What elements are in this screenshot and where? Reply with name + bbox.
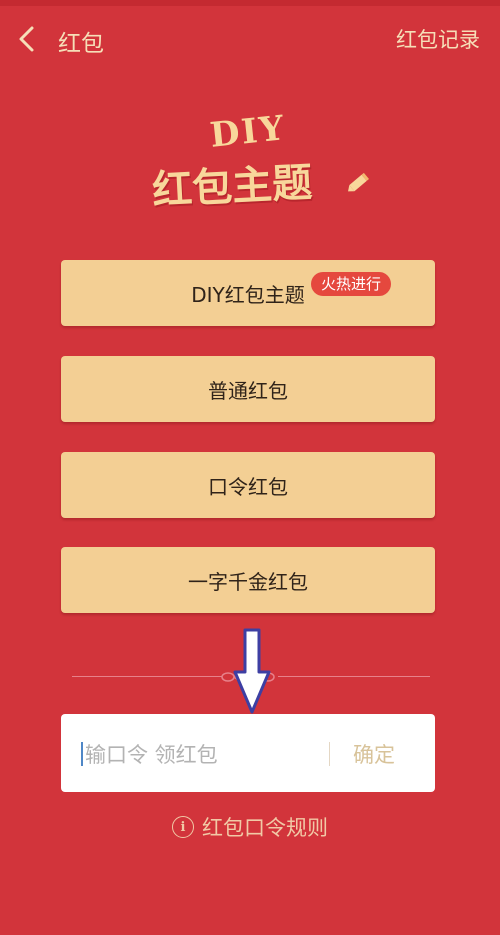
down-arrow-icon xyxy=(232,628,272,720)
logo-diy-text: DIY xyxy=(208,108,288,156)
hot-badge: 火热进行 xyxy=(311,272,392,296)
top-bar: 红包 红包记录 xyxy=(0,6,500,70)
input-separator xyxy=(329,742,330,766)
diy-theme-button[interactable]: DIY红包主题 火热进行 xyxy=(61,260,435,326)
golden-word-red-packet-button[interactable]: 一字千金红包 xyxy=(61,547,435,613)
password-red-packet-button[interactable]: 口令红包 xyxy=(61,452,435,518)
logo-title-text: 红包主题 xyxy=(151,158,314,215)
confirm-button[interactable]: 确定 xyxy=(353,739,395,769)
password-rules-link[interactable]: i 红包口令规则 xyxy=(0,812,500,842)
password-input[interactable] xyxy=(83,736,317,774)
page-title: 红包 xyxy=(58,31,104,57)
password-red-packet-label: 口令红包 xyxy=(208,474,288,499)
password-rules-label: 红包口令规则 xyxy=(202,816,328,840)
info-icon: i xyxy=(172,816,194,838)
diy-theme-label: DIY红包主题 xyxy=(191,282,305,307)
golden-word-red-packet-label: 一字千金红包 xyxy=(188,569,308,594)
red-packet-record-link[interactable]: 红包记录 xyxy=(396,24,480,54)
chevron-left-icon xyxy=(14,24,42,54)
normal-red-packet-label: 普通红包 xyxy=(208,378,288,403)
pencil-icon xyxy=(345,170,371,200)
normal-red-packet-button[interactable]: 普通红包 xyxy=(61,356,435,422)
diy-theme-logo: DIY 红包主题 xyxy=(140,108,380,214)
password-input-box: 确定 xyxy=(61,714,435,792)
back-button[interactable] xyxy=(14,24,42,54)
